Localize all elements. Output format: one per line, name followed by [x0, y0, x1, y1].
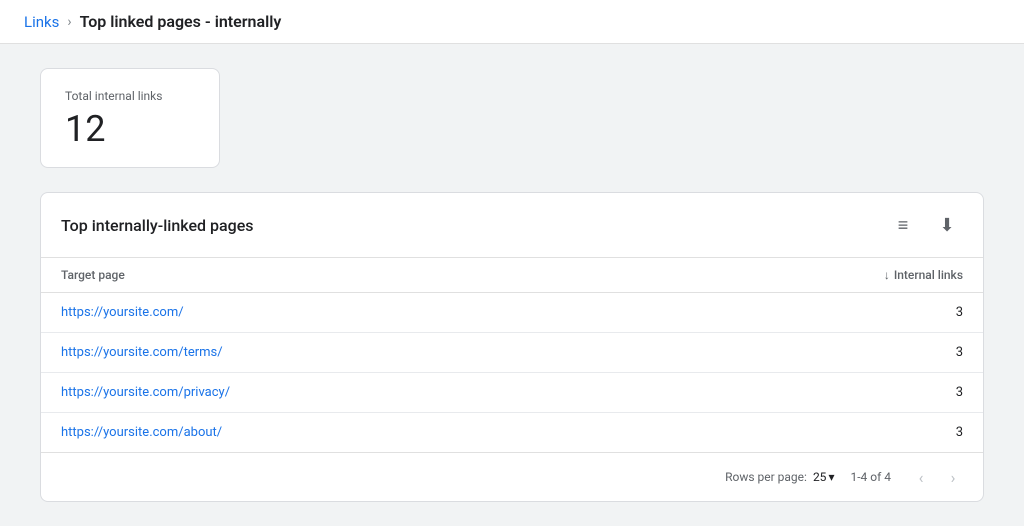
next-page-button[interactable]: ›	[939, 463, 967, 491]
table-row: https://yoursite.com/privacy/ 3	[41, 373, 983, 413]
prev-page-button[interactable]: ‹	[907, 463, 935, 491]
cell-links: 3	[641, 413, 983, 453]
col-links-label: Internal links	[894, 268, 963, 282]
pagination-range: 1-4 of 4	[850, 470, 891, 484]
cell-url[interactable]: https://yoursite.com/terms/	[41, 333, 641, 373]
download-button[interactable]: ⬇	[931, 209, 963, 241]
chevron-down-icon: ▾	[828, 470, 834, 484]
table-card-title: Top internally-linked pages	[61, 216, 254, 235]
breadcrumb-parent[interactable]: Links	[24, 13, 59, 31]
page-content: Total internal links 12 Top internally-l…	[0, 44, 1024, 526]
rows-per-page-value: 25	[813, 470, 827, 484]
table-header-row: Target page ↓ Internal links	[41, 258, 983, 293]
cell-url[interactable]: https://yoursite.com/privacy/	[41, 373, 641, 413]
pagination-nav: ‹ ›	[907, 463, 967, 491]
cell-links: 3	[641, 333, 983, 373]
cell-url[interactable]: https://yoursite.com/about/	[41, 413, 641, 453]
col-target-header: Target page	[41, 258, 641, 293]
filter-button[interactable]: ≡	[887, 209, 919, 241]
breadcrumb-current: Top linked pages - internally	[80, 12, 282, 31]
table-card: Top internally-linked pages ≡ ⬇ Target p…	[40, 192, 984, 502]
pagination: Rows per page: 25 ▾ 1-4 of 4 ‹ ›	[41, 452, 983, 501]
data-table: Target page ↓ Internal links https://you…	[41, 258, 983, 452]
rows-per-page-label: Rows per page:	[725, 470, 807, 484]
sort-down-icon: ↓	[884, 268, 890, 282]
summary-card-label: Total internal links	[65, 89, 195, 103]
breadcrumb-chevron-icon: ›	[67, 14, 71, 30]
table-body: https://yoursite.com/ 3 https://yoursite…	[41, 293, 983, 453]
rows-per-page: Rows per page: 25 ▾	[725, 470, 834, 484]
col-links-header[interactable]: ↓ Internal links	[641, 258, 983, 293]
table-row: https://yoursite.com/about/ 3	[41, 413, 983, 453]
table-row: https://yoursite.com/ 3	[41, 293, 983, 333]
sort-links-button[interactable]: ↓ Internal links	[884, 268, 963, 282]
download-icon: ⬇	[939, 215, 954, 236]
cell-url[interactable]: https://yoursite.com/	[41, 293, 641, 333]
cell-links: 3	[641, 373, 983, 413]
cell-links: 3	[641, 293, 983, 333]
filter-icon: ≡	[898, 215, 909, 236]
summary-card-value: 12	[65, 111, 195, 147]
table-card-header: Top internally-linked pages ≡ ⬇	[41, 193, 983, 258]
summary-card: Total internal links 12	[40, 68, 220, 168]
breadcrumb-bar: Links › Top linked pages - internally	[0, 0, 1024, 44]
table-row: https://yoursite.com/terms/ 3	[41, 333, 983, 373]
table-card-actions: ≡ ⬇	[887, 209, 963, 241]
rows-per-page-select[interactable]: 25 ▾	[813, 470, 835, 484]
